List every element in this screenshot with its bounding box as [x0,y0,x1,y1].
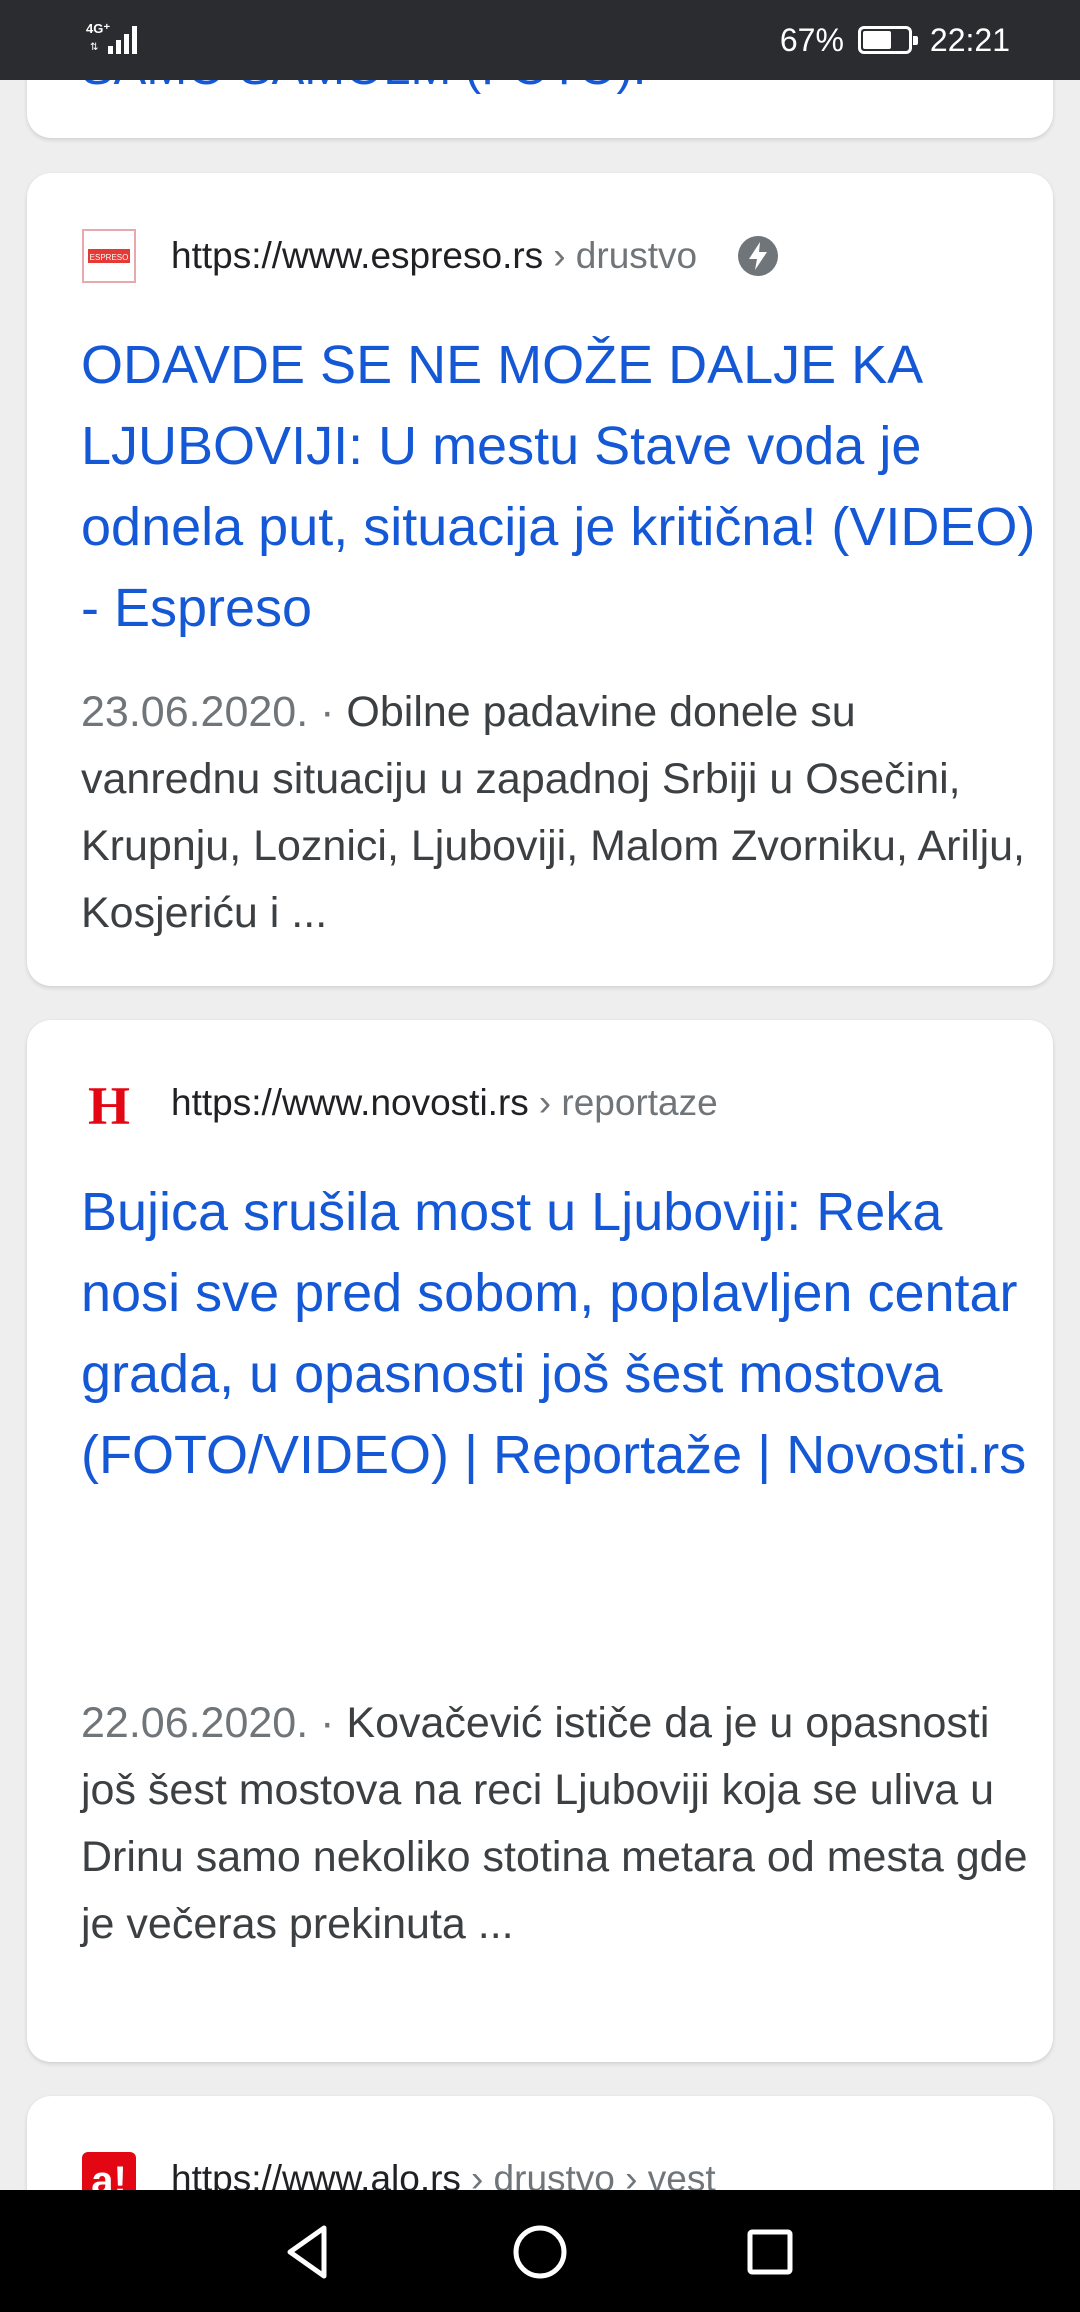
result-breadcrumb: › drustvo › vest [470,2158,716,2190]
result-source-row[interactable]: a! https://www.alo.rs › drustvo › vest [81,2148,1001,2190]
result-title-link[interactable]: ODAVDE SE NE MOŽE DALJE KA LJUBOVIJI: U … [81,325,1041,649]
result-url[interactable]: https://www.alo.rs [171,2158,461,2190]
navigation-bar [0,2190,1080,2312]
search-results-list: SAMO SAMOLM (FOTO). ESPRESO https://www.… [0,0,1080,2190]
amp-lightning-icon [738,236,779,276]
alo-favicon-icon: a! [81,2151,137,2190]
result-title-link[interactable]: Bujica srušila most u Ljuboviji: Reka no… [81,1172,1041,1496]
result-source-row[interactable]: ESPRESO https://www.espreso.rs › drustvo [81,225,1001,287]
clock-time: 22:21 [929,21,1010,58]
date-separator: · [320,688,335,736]
svg-text:a!: a! [91,2159,127,2190]
home-circle-icon[interactable] [508,2220,572,2284]
recents-square-icon[interactable] [738,2220,802,2284]
result-snippet: 22.06.2020. · Kovačević ističe da je u o… [81,1690,1041,1958]
result-breadcrumb: › reportaze [538,1082,718,1123]
novosti-favicon-icon: H [81,1075,137,1131]
result-card-espreso[interactable]: ESPRESO https://www.espreso.rs › drustvo… [27,173,1053,986]
back-triangle-icon[interactable] [276,2220,340,2284]
result-date: 23.06.2020. [81,688,309,736]
result-url[interactable]: https://www.espreso.rs [171,235,543,277]
result-breadcrumb: › drustvo [553,235,698,276]
status-right-group: 67% 22:21 [780,18,1010,62]
battery-percent: 67% [779,21,844,58]
result-card-alo[interactable]: a! https://www.alo.rs › drustvo › vest [27,2096,1053,2190]
svg-text:4G⁺: 4G⁺ [86,21,110,36]
espreso-favicon-icon: ESPRESO [81,228,137,284]
svg-text:ESPRESO: ESPRESO [90,253,129,262]
result-source-row[interactable]: H https://www.novosti.rs › reportaze [81,1072,1001,1134]
result-snippet: 23.06.2020. · Obilne padavine donele su … [81,679,1041,947]
network-signal-icon: 4G⁺ ⇅ [86,20,156,60]
result-url[interactable]: https://www.novosti.rs [171,1082,529,1124]
result-date: 22.06.2020. [81,1699,309,1747]
date-separator: · [320,1699,335,1747]
svg-text:⇅: ⇅ [90,42,98,53]
result-card-novosti[interactable]: H https://www.novosti.rs › reportaze Buj… [27,1020,1053,2062]
status-bar: 4G⁺ ⇅ 67% 22:21 [0,0,1080,80]
svg-text:H: H [88,1076,130,1130]
battery-icon [857,26,918,54]
